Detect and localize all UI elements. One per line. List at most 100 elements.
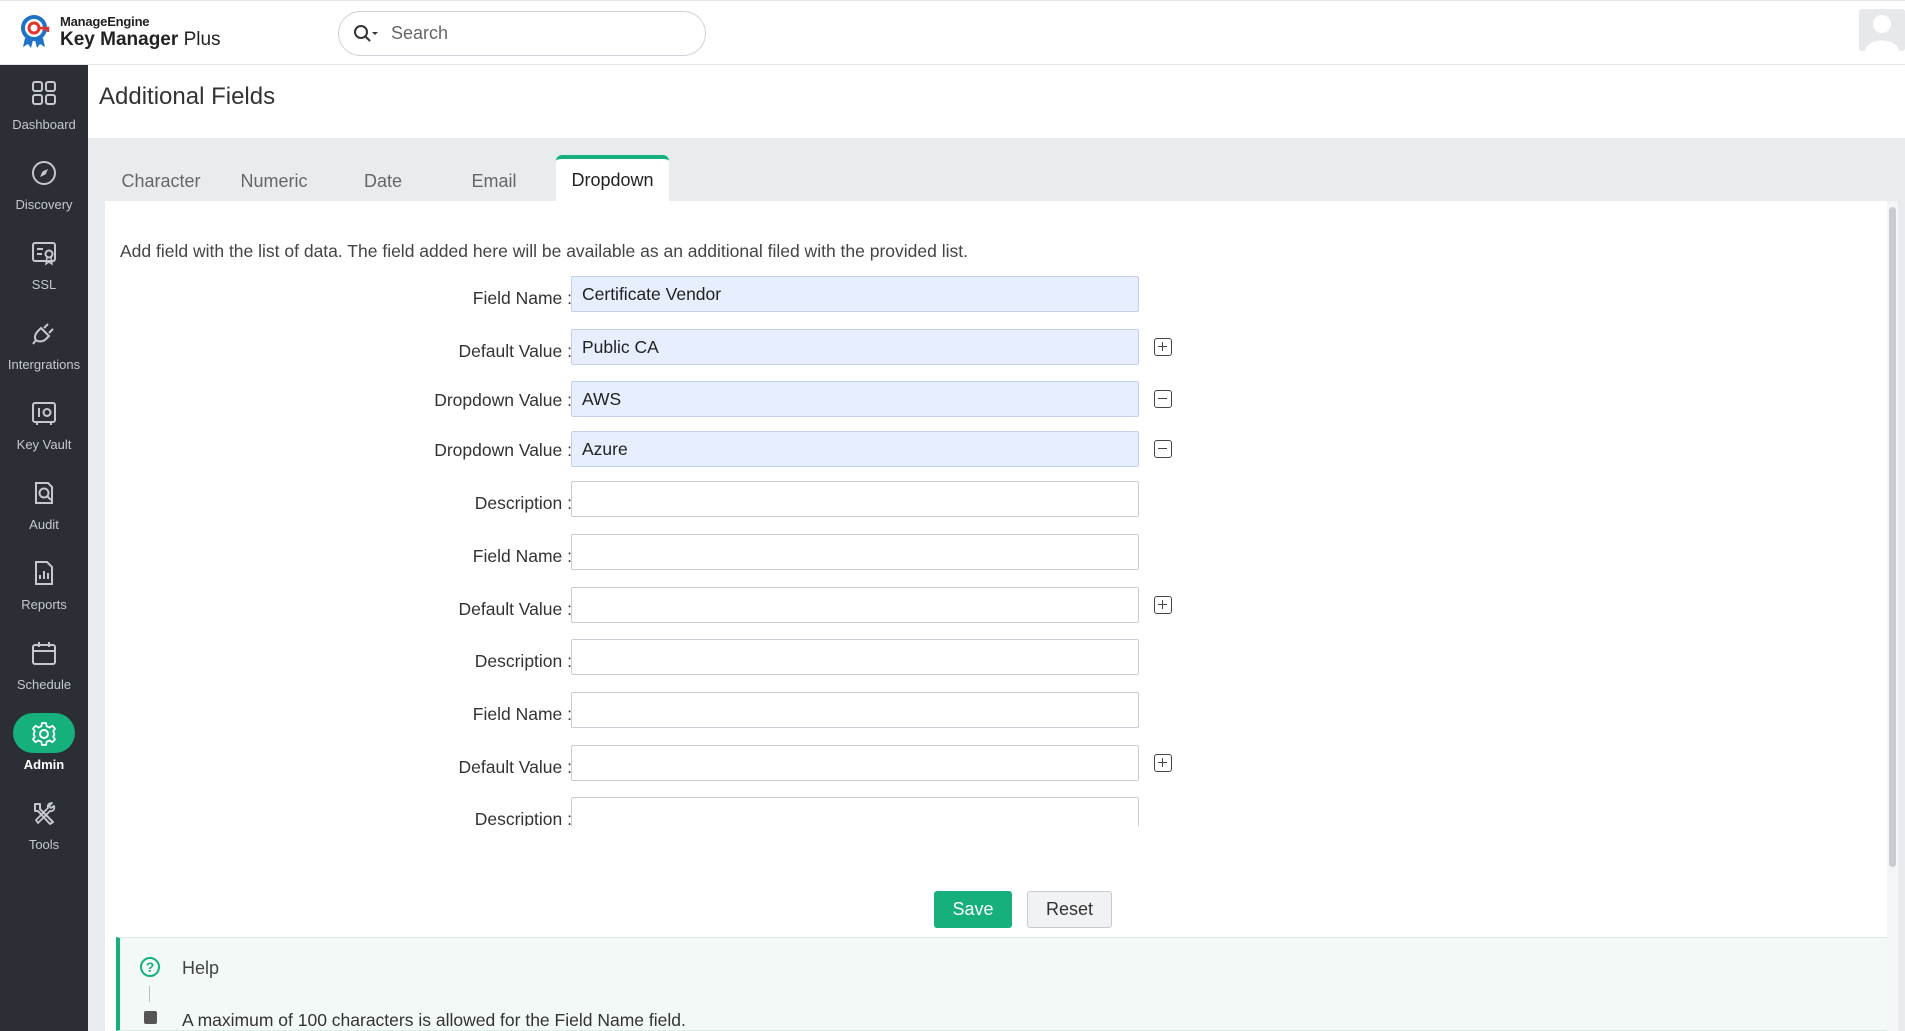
- field-label: Field Name :: [472, 546, 572, 566]
- dropdown-value-input[interactable]: [571, 381, 1139, 417]
- page-header: Additional Fields: [88, 65, 1905, 138]
- nav-item-admin[interactable]: Admin: [0, 705, 88, 785]
- vault-icon: [32, 402, 56, 425]
- nav-item-discovery[interactable]: Discovery: [0, 145, 88, 225]
- nav-label: Dashboard: [12, 117, 76, 132]
- default-value-input[interactable]: [571, 745, 1139, 781]
- field-label: Description :: [474, 651, 572, 671]
- dropdown-panel: Add field with the list of data. The fie…: [105, 201, 1898, 1031]
- scrollbar-thumb[interactable]: [1889, 207, 1896, 867]
- field-label: Default Value :: [458, 341, 573, 361]
- brand-top: ManageEngine: [60, 14, 150, 29]
- field-label: Description :: [474, 809, 572, 826]
- description-input[interactable]: [571, 639, 1139, 675]
- dropdown-value-input[interactable]: [571, 431, 1139, 467]
- side-nav: Dashboard Discovery SSL Intergrations Ke…: [0, 65, 88, 1031]
- tab-email[interactable]: Email: [441, 155, 547, 201]
- dropdown-field-form: Field Name : Default Value : Dropdown Va…: [105, 276, 1305, 826]
- field-name-input[interactable]: [571, 692, 1139, 728]
- reports-icon: [35, 561, 53, 585]
- default-value-input[interactable]: [571, 587, 1139, 623]
- form-row: Field Name :: [105, 534, 1305, 574]
- default-value-input[interactable]: [571, 329, 1139, 365]
- help-title: Help: [182, 958, 220, 978]
- form-row: Default Value :: [105, 587, 1305, 627]
- tab-date[interactable]: Date: [334, 155, 432, 201]
- add-value-icon[interactable]: [1154, 754, 1172, 772]
- search-icon[interactable]: [353, 23, 383, 45]
- panel-scrollbar[interactable]: [1887, 201, 1898, 1031]
- form-row: Default Value :: [105, 745, 1305, 785]
- main-content: Additional Fields Character Numeric Date…: [88, 65, 1905, 1031]
- description-input[interactable]: [571, 797, 1139, 826]
- gear-icon: [32, 722, 56, 746]
- search-input[interactable]: [391, 23, 691, 44]
- key-manager-logo-icon: [18, 13, 52, 51]
- user-avatar[interactable]: [1859, 9, 1905, 51]
- remove-value-icon[interactable]: [1154, 440, 1172, 458]
- nav-label: Discovery: [15, 197, 73, 212]
- calendar-icon: [32, 642, 56, 665]
- add-value-icon[interactable]: [1154, 596, 1172, 614]
- tab-character[interactable]: Character: [106, 155, 216, 201]
- help-divider: [149, 986, 150, 1002]
- page-title: Additional Fields: [99, 83, 276, 110]
- form-row: Dropdown Value :: [105, 431, 1305, 471]
- save-button[interactable]: Save: [934, 891, 1012, 928]
- field-name-input[interactable]: [571, 534, 1139, 570]
- nav-item-key-vault[interactable]: Key Vault: [0, 385, 88, 465]
- brand-name: Key Manager: [60, 29, 179, 50]
- field-label: Field Name :: [472, 704, 572, 724]
- field-label: Default Value :: [458, 757, 573, 777]
- form-row: Description :: [105, 639, 1305, 679]
- help-box: ? Help A maximum of 100 characters is al…: [116, 937, 1890, 1031]
- field-type-tabs: Character Numeric Date Email Dropdown: [88, 155, 1905, 201]
- nav-label: Admin: [23, 757, 65, 772]
- tools-icon: [34, 802, 56, 825]
- form-row: Default Value :: [105, 329, 1305, 369]
- brand-suffix: Plus: [183, 29, 221, 50]
- nav-label: SSL: [31, 277, 57, 292]
- help-item: A maximum of 100 characters is allowed f…: [182, 1010, 686, 1030]
- field-name-input[interactable]: [571, 276, 1139, 312]
- nav-item-tools[interactable]: Tools: [0, 785, 88, 865]
- remove-value-icon[interactable]: [1154, 390, 1172, 408]
- field-label: Dropdown Value :: [434, 390, 572, 410]
- audit-icon: [35, 482, 53, 504]
- panel-description: Add field with the list of data. The fie…: [120, 241, 968, 261]
- nav-item-audit[interactable]: Audit: [0, 465, 88, 545]
- field-label: Default Value :: [458, 599, 573, 619]
- form-row: Dropdown Value :: [105, 381, 1305, 421]
- dashboard-icon: [32, 81, 56, 105]
- nav-item-ssl[interactable]: SSL: [0, 225, 88, 305]
- form-row: Description :: [105, 481, 1305, 521]
- description-input[interactable]: [571, 481, 1139, 517]
- nav-label: Schedule: [16, 677, 72, 692]
- tab-numeric[interactable]: Numeric: [222, 155, 326, 201]
- nav-item-dashboard[interactable]: Dashboard: [0, 65, 88, 145]
- top-bar: ManageEngine Key Manager Plus: [0, 0, 1905, 65]
- nav-label: Audit: [29, 517, 59, 532]
- app-logo[interactable]: ManageEngine Key Manager Plus: [18, 13, 221, 51]
- nav-item-integrations[interactable]: Intergrations: [0, 305, 88, 385]
- certificate-icon: [32, 242, 56, 266]
- nav-label: Intergrations: [7, 357, 81, 372]
- field-label: Description :: [474, 493, 572, 513]
- nav-item-schedule[interactable]: Schedule: [0, 625, 88, 705]
- help-icon: ?: [140, 957, 160, 977]
- add-value-icon[interactable]: [1154, 338, 1172, 356]
- field-label: Field Name :: [472, 288, 572, 308]
- form-row: Field Name :: [105, 692, 1305, 732]
- nav-item-reports[interactable]: Reports: [0, 545, 88, 625]
- form-row: Description :: [105, 797, 1305, 826]
- form-row: Field Name :: [105, 276, 1305, 316]
- plug-icon: [32, 323, 54, 345]
- global-search[interactable]: [338, 11, 706, 56]
- field-label: Dropdown Value :: [434, 440, 572, 460]
- tab-dropdown[interactable]: Dropdown: [556, 155, 669, 201]
- nav-label: Key Vault: [16, 437, 72, 452]
- reset-button[interactable]: Reset: [1027, 891, 1112, 928]
- nav-label: Tools: [28, 837, 60, 852]
- compass-icon: [32, 161, 56, 185]
- bullet-icon: [144, 1011, 157, 1024]
